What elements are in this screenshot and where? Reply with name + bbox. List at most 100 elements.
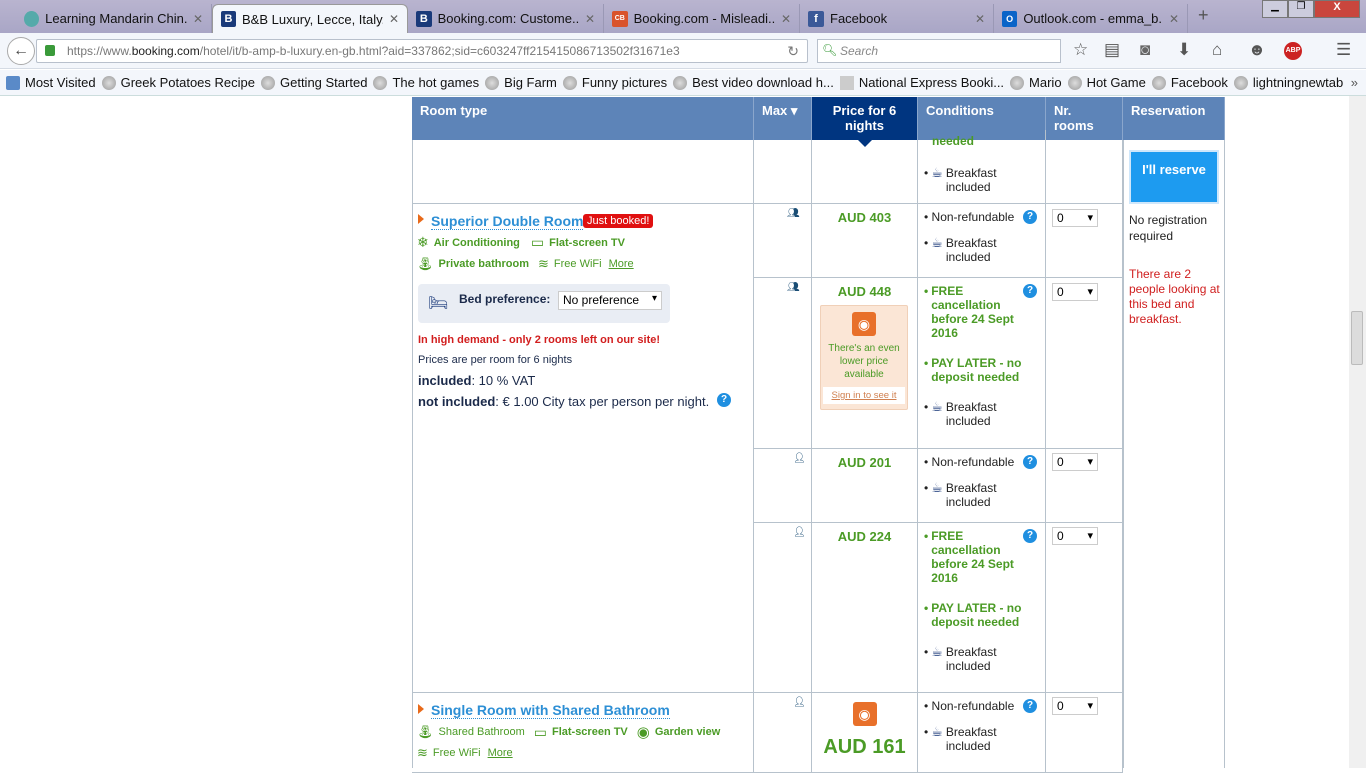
table-border [1224, 140, 1225, 768]
lock-icon [45, 45, 55, 56]
tab-learning-mandarin[interactable]: Learning Mandarin Chin... ✕ [16, 4, 212, 33]
home-icon[interactable]: ⌂ [1212, 40, 1222, 60]
max-cell: 👥︎ [754, 278, 812, 449]
person-icon: 👤︎ [793, 453, 806, 464]
tab-bar: Learning Mandarin Chin... ✕ B B&B Luxury, … [0, 0, 1366, 33]
room-quantity-select[interactable]: 0 [1052, 697, 1098, 715]
max-cell: 👤︎ [754, 693, 812, 773]
room-name-link[interactable]: Single Room with Shared Bathroom [431, 702, 670, 719]
bookmark-item[interactable]: Greek Potatoes Recipe [101, 75, 255, 90]
reading-list-icon[interactable]: ▤ [1104, 40, 1120, 60]
more-bookmarks-icon[interactable]: » [1351, 75, 1358, 90]
room-info-superior-double: Superior Double Room Just booked! ❄ Air C… [412, 204, 754, 693]
scrollbar-thumb[interactable] [1351, 311, 1363, 365]
coffee-cup-icon: ☕︎ [931, 165, 943, 180]
scrollbar[interactable] [1349, 96, 1366, 768]
bookmark-item[interactable]: National Express Booki... [839, 75, 1004, 90]
new-tab-button[interactable]: + [1198, 5, 1209, 26]
bookmark-most-visited[interactable]: Most Visited [6, 75, 96, 90]
tab-facebook[interactable]: f Facebook ✕ [800, 4, 994, 33]
close-window-button[interactable]: X [1314, 0, 1360, 18]
globe-icon [101, 75, 116, 90]
outlook-icon: O [1002, 10, 1018, 27]
room-quantity-select[interactable]: 0 [1052, 283, 1098, 301]
more-link[interactable]: More [488, 747, 513, 759]
globe-icon [373, 75, 388, 90]
tab-outlook[interactable]: O Outlook.com - emma_b... ✕ [994, 4, 1188, 33]
back-button[interactable]: ← [7, 37, 35, 65]
just-booked-badge: Just booked! [583, 214, 654, 228]
bookmark-star-icon[interactable]: ☆ [1073, 40, 1088, 60]
more-link[interactable]: More [609, 258, 634, 270]
bookmark-item[interactable]: Big Farm [485, 75, 557, 90]
close-tab-icon[interactable]: ✕ [389, 12, 399, 26]
bookmarks-bar: Most Visited Greek Potatoes Recipe Getti… [0, 70, 1366, 96]
globe-icon [1067, 75, 1082, 90]
conditions-cell: • FREE cancellation before 24 Sept 2016 ?… [918, 523, 1046, 693]
rooms-cell: 0 [1046, 693, 1123, 773]
bookmark-item[interactable]: Hot Game [1067, 75, 1146, 90]
help-icon[interactable]: ? [1023, 699, 1037, 713]
minimize-button[interactable]: ▁ [1262, 0, 1288, 18]
tab-booking-customer[interactable]: B Booking.com: Custome... ✕ [408, 4, 604, 33]
room-name-link[interactable]: Superior Double Room [431, 213, 584, 230]
max-cell: 👤︎ [754, 449, 812, 523]
price-cell [812, 140, 918, 204]
close-tab-icon[interactable]: ✕ [781, 12, 791, 26]
conditions-cell: • Non-refundable ? • ☕︎ Breakfast included [918, 449, 1046, 523]
pocket-icon[interactable]: ◙ [1140, 40, 1150, 60]
close-tab-icon[interactable]: ✕ [585, 12, 595, 26]
close-tab-icon[interactable]: ✕ [1169, 12, 1179, 26]
no-registration-text: No registration required [1129, 213, 1208, 243]
menu-icon[interactable]: ☰ [1336, 40, 1351, 60]
conditions-cell: • Non-refundable ? • ☕︎ Breakfast included [918, 693, 1046, 773]
booking-icon: B [416, 10, 432, 27]
person-icon: 👤︎ [793, 697, 806, 708]
maximize-button[interactable]: ❐ [1288, 0, 1314, 18]
bookmark-item[interactable]: Getting Started [260, 75, 367, 90]
globe-icon [1233, 75, 1248, 90]
room-info-single-shared: Single Room with Shared Bathroom ⛲︎ Share… [412, 693, 754, 773]
header-price[interactable]: Price for 6 nights [812, 97, 918, 140]
bookmark-item[interactable]: Facebook [1151, 75, 1228, 90]
room-quantity-select[interactable]: 0 [1052, 527, 1098, 545]
header-nr-rooms: Nr. rooms [1046, 97, 1123, 140]
globe-icon [562, 75, 577, 90]
bookmark-item[interactable]: Mario [1010, 75, 1062, 90]
globe-icon [1151, 75, 1166, 90]
sign-in-link[interactable]: Sign in to see it [823, 387, 905, 404]
help-icon[interactable]: ? [1023, 210, 1037, 224]
help-icon[interactable]: ? [1023, 284, 1037, 298]
room-quantity-select[interactable]: 0 [1052, 453, 1098, 471]
tv-icon: ▭ [533, 723, 547, 740]
tab-bb-luxury[interactable]: B B&B Luxury, Lecce, Italy... ✕ [212, 4, 408, 33]
bed-preference-select[interactable]: No preference ▾ [558, 291, 662, 310]
bookmark-item[interactable]: The hot games [373, 75, 479, 90]
room-quantity-select[interactable]: 0 [1052, 209, 1098, 227]
search-input[interactable]: 🔍︎ Search [817, 39, 1061, 63]
help-icon[interactable]: ? [1023, 529, 1037, 543]
bookmark-item[interactable]: lightningnewtab [1233, 75, 1343, 90]
reserve-button[interactable]: I'll reserve [1129, 150, 1219, 204]
price-cell: AUD 201 [812, 449, 918, 523]
reload-icon[interactable]: ↻ [787, 43, 799, 60]
breakfast-condition: • ☕︎ Breakfast included [924, 165, 997, 195]
download-icon[interactable]: ⬇ [1177, 40, 1191, 60]
bed-icon: 🛏︎ [428, 295, 449, 312]
price-cell: AUD 448 ◉ There's an even lower price av… [812, 278, 918, 449]
coffee-cup-icon: ☕︎ [931, 724, 943, 739]
tab-booking-misleading[interactable]: CB Booking.com - Misleadi... ✕ [604, 4, 800, 33]
help-icon[interactable]: ? [1023, 455, 1037, 469]
bookmark-item[interactable]: Best video download h... [673, 75, 834, 90]
chat-icon[interactable]: ☻ [1248, 40, 1266, 60]
max-cell [754, 140, 812, 204]
conditions-cell: needed • ☕︎ Breakfast included [918, 130, 1046, 204]
bookmark-item[interactable]: Funny pictures [562, 75, 667, 90]
help-icon[interactable]: ? [717, 393, 731, 407]
close-tab-icon[interactable]: ✕ [193, 12, 203, 26]
url-bar[interactable]: https://www. booking.com/hotel/it/b-amp-b… [36, 39, 808, 63]
header-max[interactable]: Max ▾ [754, 97, 812, 140]
close-tab-icon[interactable]: ✕ [975, 12, 985, 26]
two-persons-icon: 👥︎ [787, 208, 800, 219]
adblock-icon[interactable]: ABP [1284, 42, 1302, 60]
